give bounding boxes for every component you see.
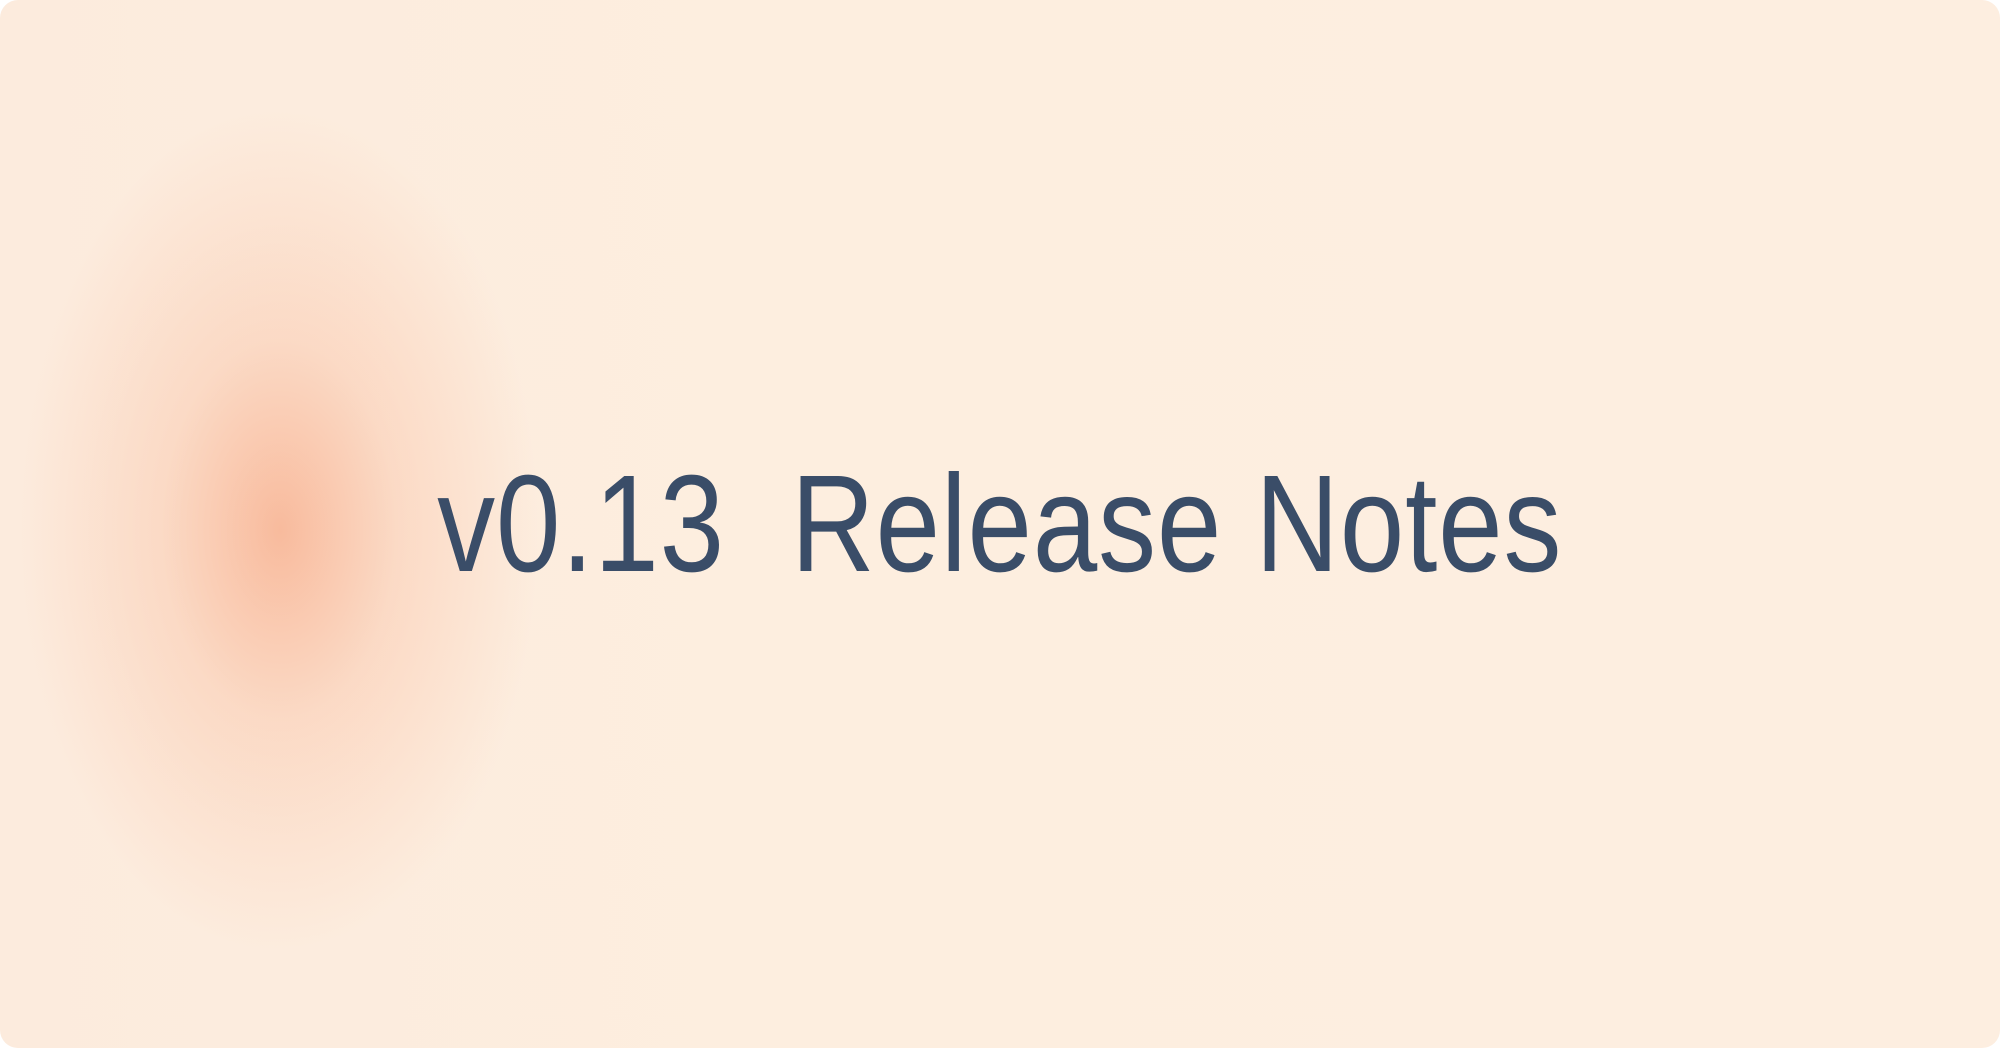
release-notes-banner: v0.13 Release Notes (0, 0, 2000, 1048)
banner-title: v0.13 Release Notes (437, 447, 1563, 601)
